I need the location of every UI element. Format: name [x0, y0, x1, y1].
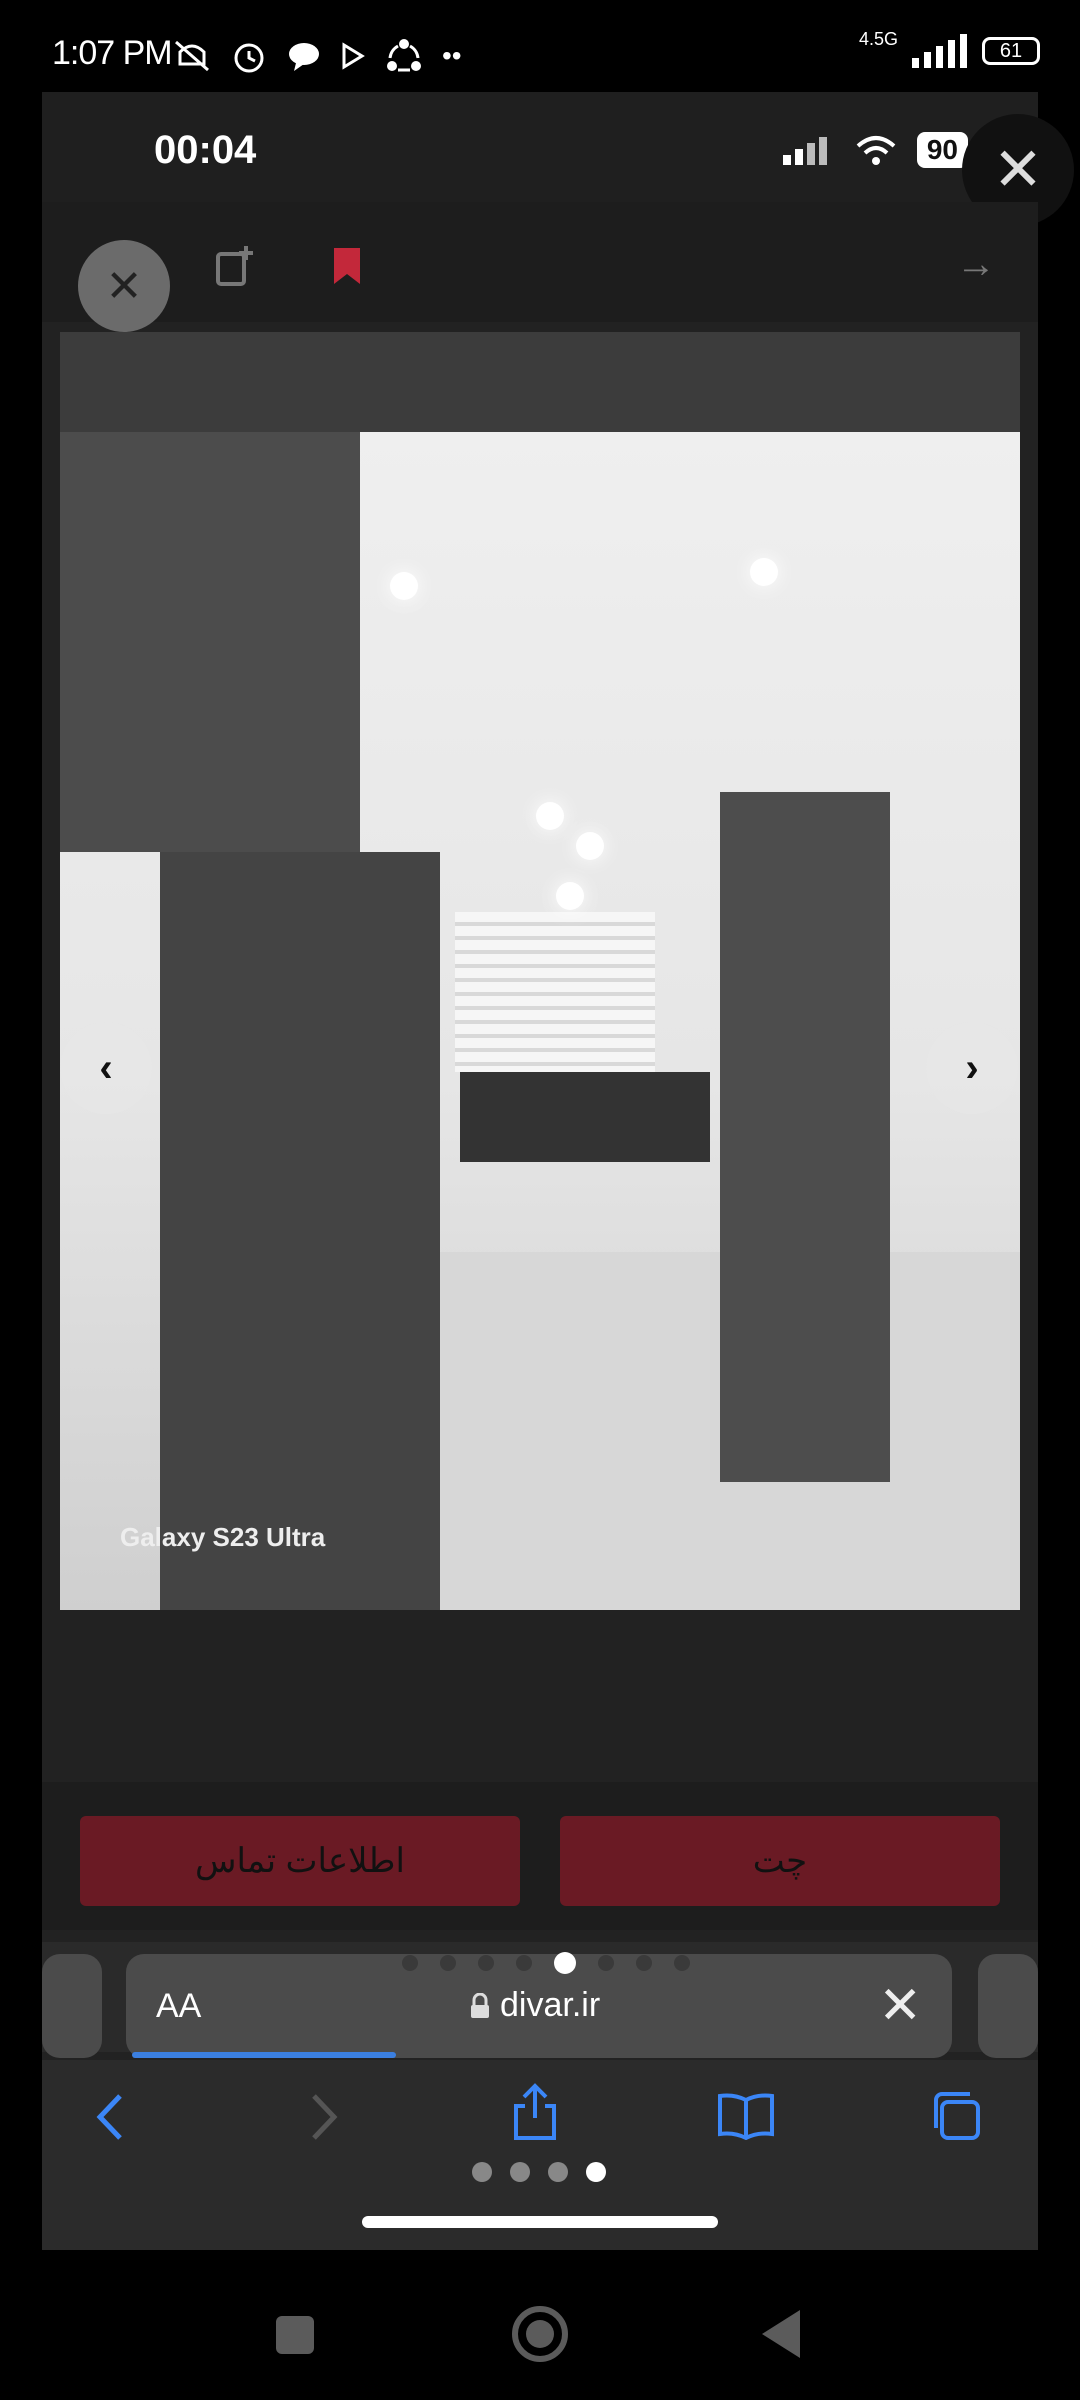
gallery-toolbar [42, 202, 1038, 322]
back-button[interactable] [762, 2310, 800, 2358]
note-add-icon[interactable] [212, 244, 258, 290]
photo-cabinet-right [720, 792, 890, 1482]
next-tab-peek[interactable] [978, 1954, 1038, 2058]
play-icon [342, 42, 365, 70]
photo-counter [460, 1072, 710, 1162]
stop-loading-button[interactable]: ✕ [878, 1976, 922, 2036]
embedded-screenshot: 00:04 90 ✕ ✕ → Galaxy S23 Ultra ‹ › اطلا… [42, 92, 1074, 2250]
home-indicator [362, 2216, 718, 2228]
network-type-label: 4.5G [858, 29, 898, 49]
url-text: divar.ir [500, 1986, 601, 2024]
tab-dot[interactable] [510, 2162, 530, 2182]
battery-indicator: 61 [982, 37, 1040, 65]
next-photo-button[interactable]: › [926, 1022, 1018, 1114]
pager-dot[interactable] [478, 1955, 494, 1971]
close-icon: ✕ [105, 261, 143, 311]
forward-arrow-icon[interactable]: → [956, 242, 996, 287]
more-dots-icon: •• [442, 40, 462, 71]
pager-dot[interactable] [440, 1955, 456, 1971]
photo-ceiling-light [750, 558, 778, 586]
ios-status-icons: 90 [782, 132, 968, 168]
pager-dot[interactable] [402, 1955, 418, 1971]
chat-button[interactable]: چت [560, 1816, 1000, 1906]
photo-cabinet-lower [160, 852, 440, 1610]
pager-dot[interactable] [516, 1955, 532, 1971]
camera-watermark: Galaxy S23 Ultra [120, 1522, 326, 1552]
page-load-progress [132, 2052, 396, 2058]
status-notification-icons: •• [172, 36, 462, 76]
status-time: 1:07 PM [52, 34, 173, 72]
mute-icon [175, 40, 209, 72]
photo-ceiling [60, 332, 1020, 432]
lock-icon [471, 1992, 489, 2018]
status-system-icons: 4.5G 61 [859, 30, 1040, 68]
photo-pager-dots [402, 1952, 690, 1974]
recents-button[interactable] [276, 2316, 314, 2354]
photo-ceiling-light [390, 572, 418, 600]
tabs-icon[interactable] [928, 2090, 984, 2142]
chevron-right-icon: › [965, 1045, 979, 1090]
tab-dot[interactable] [472, 2162, 492, 2182]
photo-pendant-light [556, 882, 584, 910]
alarm-icon [234, 43, 264, 73]
listing-photo[interactable]: Galaxy S23 Ultra [60, 332, 1020, 1610]
close-icon: ✕ [992, 136, 1044, 203]
forward-icon[interactable] [310, 2092, 340, 2142]
close-icon: ✕ [878, 1977, 922, 2035]
photo-pendant-light [576, 832, 604, 860]
bookmarks-icon[interactable] [716, 2092, 776, 2140]
back-icon[interactable] [94, 2092, 124, 2142]
chevron-left-icon: ‹ [99, 1045, 113, 1090]
reader-options-button[interactable]: AA [156, 1987, 201, 2026]
cellular-icon [782, 137, 827, 165]
tab-page-dots [472, 2162, 606, 2182]
ios-clock: 00:04 [154, 128, 257, 172]
pager-dot[interactable] [636, 1955, 652, 1971]
photo-pendant-light [536, 802, 564, 830]
share-icon [387, 39, 421, 72]
signal-icon [912, 34, 967, 68]
contact-info-button[interactable]: اطلاعات تماس [80, 1816, 520, 1906]
pager-dot[interactable] [598, 1955, 614, 1971]
home-button-dot [526, 2320, 554, 2348]
wifi-icon [856, 136, 896, 165]
tab-dot[interactable] [548, 2162, 568, 2182]
photo-window-blind [455, 912, 655, 1072]
pager-dot-active[interactable] [554, 1952, 576, 1974]
pager-dot[interactable] [674, 1955, 690, 1971]
close-gallery-button[interactable]: ✕ [78, 240, 170, 332]
previous-tab-peek[interactable] [42, 1954, 102, 2058]
ios-battery: 90 [916, 132, 968, 168]
battery-level: 61 [999, 39, 1023, 62]
previous-photo-button[interactable]: ‹ [60, 1022, 152, 1114]
share-icon[interactable] [510, 2082, 560, 2142]
photo-cabinet-upper [60, 432, 360, 852]
chat-icon [289, 43, 319, 71]
bookmark-icon[interactable] [332, 246, 362, 286]
url-display[interactable]: divar.ir [470, 1986, 600, 2025]
tab-dot-active[interactable] [586, 2162, 606, 2182]
